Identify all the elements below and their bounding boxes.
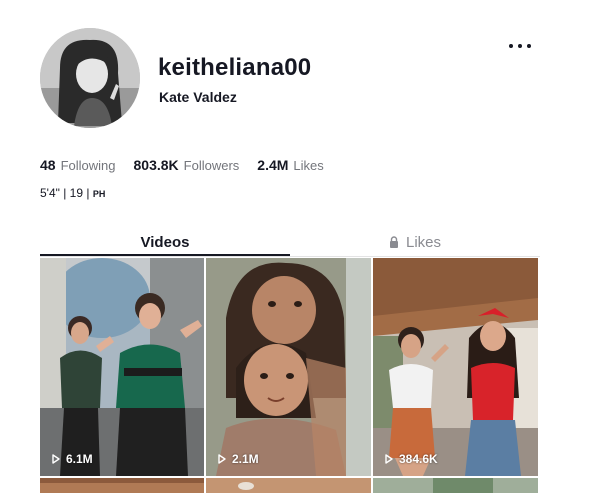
play-icon xyxy=(218,454,226,464)
stat-followers[interactable]: 803.8K Followers xyxy=(134,157,240,173)
lock-icon xyxy=(389,236,398,248)
stat-label: Followers xyxy=(183,158,240,173)
stat-value: 803.8K xyxy=(133,157,179,173)
avatar[interactable] xyxy=(40,28,140,128)
bio-flag: PH xyxy=(92,189,106,199)
video-card-4[interactable] xyxy=(40,478,204,493)
tab-likes-label: Likes xyxy=(405,233,442,251)
tab-videos[interactable]: Videos xyxy=(40,230,290,254)
play-icon xyxy=(52,454,60,464)
video-thumbnail xyxy=(206,258,371,476)
stat-value: 2.4M xyxy=(257,157,289,173)
profile-stats: 48 Following 803.8K Followers 2.4M Likes xyxy=(40,157,342,173)
video-card-3[interactable]: 384.6K xyxy=(373,258,538,476)
stat-value: 48 xyxy=(40,157,56,173)
play-icon xyxy=(385,454,393,464)
video-thumbnail xyxy=(373,478,538,493)
stat-label: Likes xyxy=(293,158,324,173)
video-thumbnail xyxy=(40,478,204,493)
tab-videos-label: Videos xyxy=(140,233,190,251)
stat-following[interactable]: 48 Following xyxy=(40,157,116,173)
more-dot xyxy=(527,44,531,48)
view-count-label: 6.1M xyxy=(66,452,93,466)
tab-likes[interactable]: Likes xyxy=(290,230,540,254)
display-name: Kate Valdez xyxy=(159,89,237,105)
video-card-6[interactable] xyxy=(373,478,538,493)
view-count: 6.1M xyxy=(52,452,93,466)
view-count-label: 384.6K xyxy=(399,452,438,466)
video-thumbnail xyxy=(40,258,204,476)
bio: 5'4" | 19 | PH xyxy=(40,186,105,200)
stat-likes: 2.4M Likes xyxy=(257,157,323,173)
tab-active-indicator xyxy=(40,254,290,256)
avatar-image xyxy=(40,28,140,128)
more-options-icon[interactable] xyxy=(509,38,531,54)
tab-divider xyxy=(40,256,540,257)
view-count: 2.1M xyxy=(218,452,259,466)
video-card-5[interactable] xyxy=(206,478,371,493)
more-dot xyxy=(518,44,522,48)
video-card-1[interactable]: 6.1M xyxy=(40,258,204,476)
video-thumbnail xyxy=(206,478,371,493)
video-thumbnail xyxy=(373,258,538,476)
view-count-label: 2.1M xyxy=(232,452,259,466)
video-card-2[interactable]: 2.1M xyxy=(206,258,371,476)
bio-text: 5'4" | 19 | xyxy=(40,186,93,200)
view-count: 384.6K xyxy=(385,452,438,466)
more-dot xyxy=(509,44,513,48)
stat-label: Following xyxy=(60,158,116,173)
username: keitheliana00 xyxy=(158,54,312,81)
